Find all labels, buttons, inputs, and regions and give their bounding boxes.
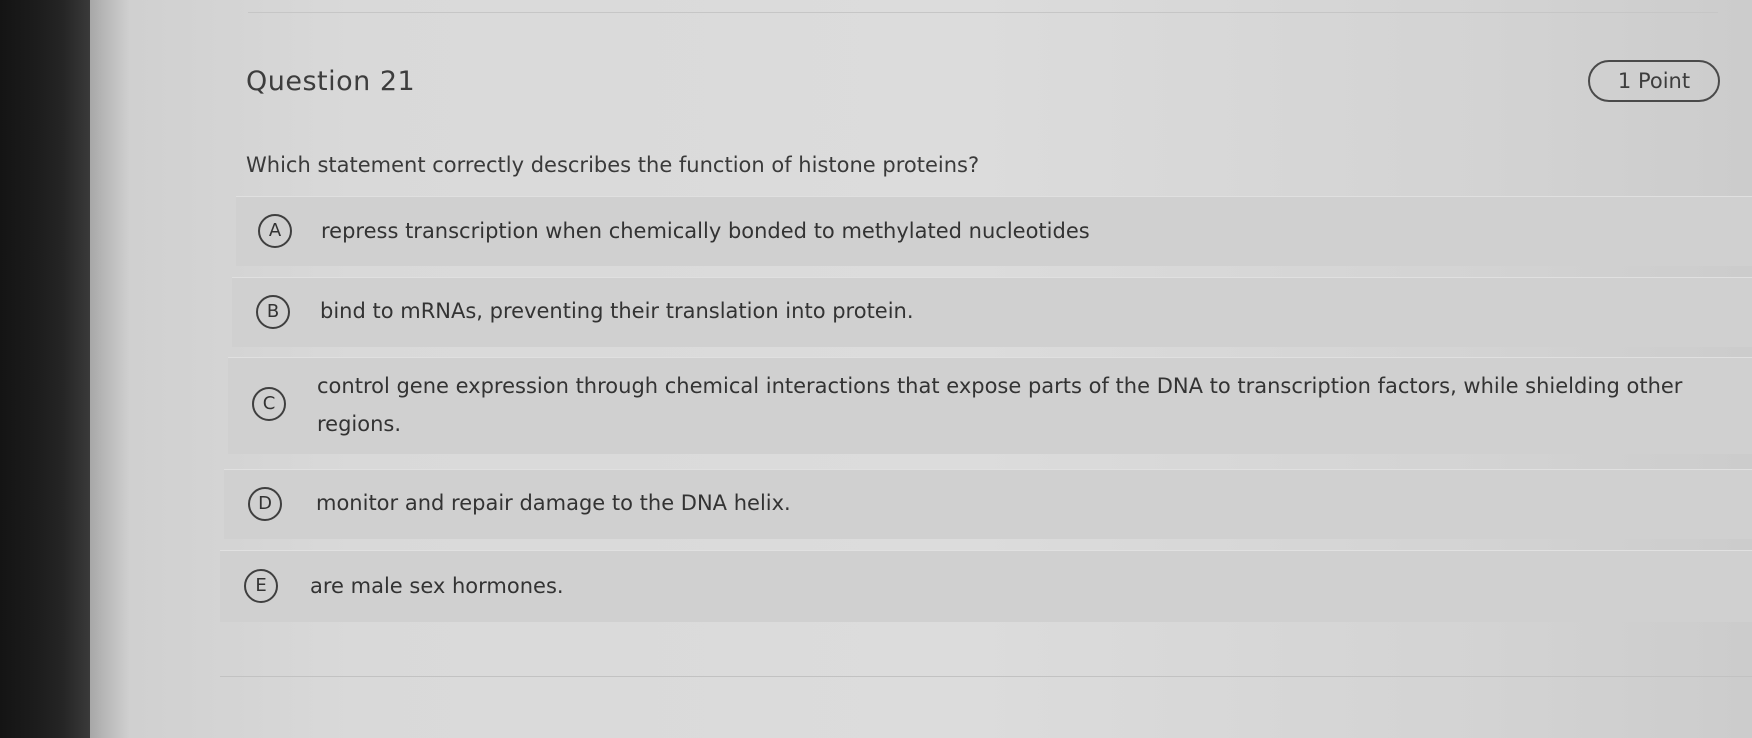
option-letter-d-radio[interactable]: D (248, 487, 282, 521)
option-text-c: control gene expression through chemical… (317, 374, 1683, 436)
option-letter-a-radio[interactable]: A (258, 214, 292, 248)
answer-option-a[interactable]: A repress transcription when chemically … (236, 196, 1752, 266)
option-text-b: bind to mRNAs, preventing their translat… (320, 299, 914, 323)
points-badge: 1 Point (1588, 60, 1720, 102)
monitor-bezel (0, 0, 90, 738)
answer-option-e[interactable]: E are male sex hormones. (220, 550, 1752, 622)
answer-option-d[interactable]: D monitor and repair damage to the DNA h… (224, 469, 1752, 539)
option-text-e: are male sex hormones. (310, 574, 564, 598)
answer-option-b[interactable]: B bind to mRNAs, preventing their transl… (232, 277, 1752, 347)
option-text-d: monitor and repair damage to the DNA hel… (316, 491, 791, 515)
option-letter-c-radio[interactable]: C (252, 387, 286, 421)
option-text-a: repress transcription when chemically bo… (321, 219, 1090, 243)
bottom-divider (220, 676, 1752, 677)
answer-option-c[interactable]: C control gene expression through chemic… (228, 357, 1752, 454)
option-letter-e-radio[interactable]: E (244, 569, 278, 603)
option-letter-b-radio[interactable]: B (256, 295, 290, 329)
top-divider (248, 12, 1718, 13)
question-title: Question 21 (246, 66, 416, 97)
question-prompt: Which statement correctly describes the … (246, 153, 980, 177)
bezel-shadow (90, 0, 130, 738)
